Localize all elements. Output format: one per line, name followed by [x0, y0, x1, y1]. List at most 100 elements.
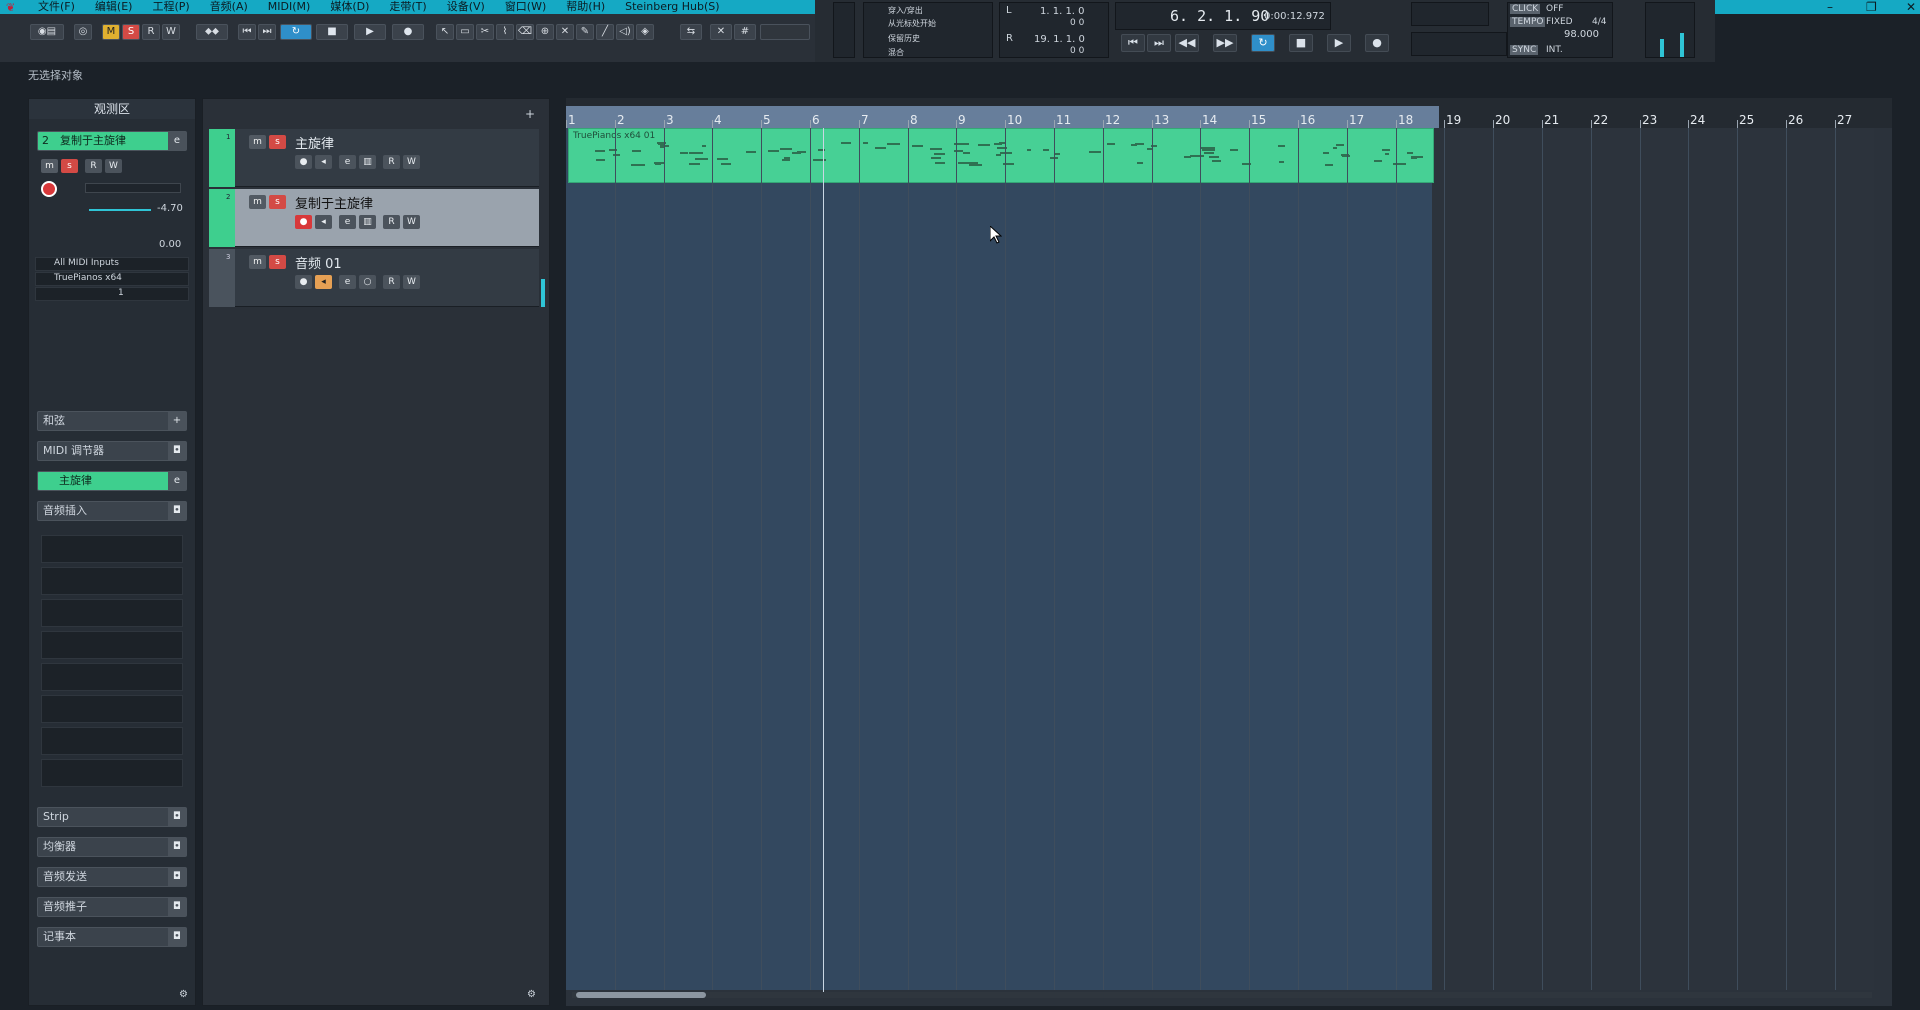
lanes-icon[interactable]: ▥ — [359, 215, 376, 229]
menu-devices[interactable]: 设备(V) — [437, 0, 495, 14]
project-cursor[interactable] — [823, 128, 824, 998]
lock-icon[interactable]: e — [339, 275, 356, 289]
mute-tool-icon[interactable]: ✕ — [556, 24, 574, 40]
pan-value[interactable]: 0.00 — [159, 239, 181, 250]
menu-project[interactable]: 工程(P) — [142, 0, 199, 14]
menu-steinberg-hub[interactable]: Steinberg Hub(S) — [615, 0, 729, 14]
quantize-preset[interactable] — [760, 24, 810, 40]
expand-icon[interactable]: ◘ — [168, 838, 186, 856]
write-button[interactable]: W — [403, 155, 420, 169]
write-button[interactable]: W — [105, 159, 122, 173]
solo-button[interactable]: s — [61, 159, 78, 173]
ruler[interactable]: 1 2 3 4 5 6 7 8 9 10 11 12 13 14 15 16 17 18 19 20 21 22 23 24 2… — [566, 98, 1892, 128]
mute-button[interactable]: m — [41, 159, 58, 173]
expand-icon[interactable]: ◘ — [168, 868, 186, 886]
read-button[interactable]: R — [383, 215, 400, 229]
tempo-value[interactable]: 98.000 — [1564, 29, 1599, 40]
insert-slot-7[interactable] — [41, 727, 183, 755]
section-audio-inserts[interactable]: 音频插入 ◘ — [37, 501, 187, 521]
click-value[interactable]: OFF — [1546, 4, 1563, 14]
go-to-end-icon[interactable]: ⏭ — [1147, 34, 1171, 52]
vertical-zoom[interactable] — [1876, 128, 1886, 990]
expand-icon[interactable]: ◘ — [168, 502, 186, 520]
automation-mode-button[interactable]: ⬥⬥ — [196, 24, 228, 40]
snap-toggle-icon[interactable]: ✕ — [710, 24, 732, 40]
lanes-icon[interactable]: ▥ — [359, 155, 376, 169]
mute-button[interactable]: m — [249, 255, 266, 269]
minimize-icon[interactable]: – — [1827, 0, 1833, 14]
record-enable-button[interactable] — [41, 181, 57, 197]
zoom-tool-icon[interactable]: ⊕ — [536, 24, 554, 40]
menu-window[interactable]: 窗口(W) — [495, 0, 556, 14]
write-button[interactable]: W — [403, 275, 420, 289]
horizontal-scrollbar[interactable] — [572, 992, 1872, 998]
read-button[interactable]: R — [383, 275, 400, 289]
inspector-track-header[interactable]: 2 复制于主旋律 e — [37, 131, 187, 151]
go-to-start-icon[interactable]: ⏮ — [1121, 34, 1145, 52]
write-button[interactable]: W — [403, 215, 420, 229]
track-row[interactable]: 2 m s 复制于主旋律 ● ◂ e ▥ R W — [209, 189, 539, 247]
section-notepad[interactable]: 记事本 ◘ — [37, 927, 187, 947]
track-name[interactable]: 复制于主旋律 — [295, 193, 373, 212]
track-row[interactable]: 3 m s 音频 01 ● ◂ e ○ R W — [209, 249, 545, 307]
expand-icon[interactable]: ◘ — [168, 928, 186, 946]
section-chord[interactable]: 和弦 + — [37, 411, 187, 431]
stop-icon[interactable]: ■ — [1289, 34, 1313, 52]
activate-project-button[interactable]: ◉▤ — [30, 24, 64, 40]
record-enable-button[interactable]: ● — [295, 215, 312, 229]
read-button[interactable]: R — [85, 159, 102, 173]
range-selection-tool-icon[interactable]: ▭ — [456, 24, 474, 40]
fast-forward-icon[interactable]: ▶▶ — [1213, 34, 1237, 52]
cycle-button[interactable]: ↻ — [280, 24, 312, 40]
track-name[interactable]: 主旋律 — [295, 133, 334, 152]
insert-slot-2[interactable] — [41, 567, 183, 595]
mute-button[interactable]: m — [249, 135, 266, 149]
insert-slot-8[interactable] — [41, 759, 183, 787]
solo-button[interactable]: s — [269, 195, 286, 209]
left-locator-value[interactable]: 1. 1. 1. 0 — [1040, 6, 1085, 17]
global-solo-button[interactable]: S — [122, 24, 140, 40]
lanes-icon[interactable]: ○ — [359, 275, 376, 289]
section-eq[interactable]: 均衡器 ◘ — [37, 837, 187, 857]
volume-slider[interactable] — [89, 209, 151, 211]
auto-scroll-icon[interactable]: ⇆ — [680, 24, 702, 40]
play-button[interactable]: ▶ — [354, 24, 386, 40]
lock-icon[interactable]: e — [339, 215, 356, 229]
section-midi-modifiers[interactable]: MIDI 调节器 ◘ — [37, 441, 187, 461]
go-to-start-icon[interactable]: ⏮ — [238, 24, 256, 40]
midi-input-row[interactable]: All MIDI Inputs — [35, 257, 189, 271]
record-button[interactable]: ● — [392, 24, 424, 40]
go-to-end-icon[interactable]: ⏭ — [258, 24, 276, 40]
restore-icon[interactable]: ❐ — [1866, 0, 1877, 14]
section-sends[interactable]: 音频发送 ◘ — [37, 867, 187, 887]
gear-icon[interactable]: ⚙ — [179, 989, 188, 1000]
right-locator-value[interactable]: 19. 1. 1. 0 — [1034, 34, 1085, 45]
split-tool-icon[interactable]: ✂ — [476, 24, 494, 40]
volume-value[interactable]: -4.70 — [157, 203, 183, 214]
marker-panel[interactable] — [1411, 2, 1489, 26]
play-tool-icon[interactable]: ◁) — [616, 24, 634, 40]
menu-help[interactable]: 帮助(H) — [556, 0, 615, 14]
expand-icon[interactable]: ◘ — [168, 808, 186, 826]
play-icon[interactable]: ▶ — [1327, 34, 1351, 52]
stop-button[interactable]: ■ — [316, 24, 348, 40]
record-enable-button[interactable]: ● — [295, 155, 312, 169]
constrain-delay-button[interactable]: ◎ — [74, 24, 92, 40]
grid-type-icon[interactable]: # — [734, 24, 756, 40]
section-fader[interactable]: 音频推子 ◘ — [37, 897, 187, 917]
global-read-button[interactable]: R — [142, 24, 160, 40]
menu-transport[interactable]: 走带(T) — [379, 0, 436, 14]
insert-slot-5[interactable] — [41, 663, 183, 691]
edit-icon[interactable]: e — [168, 472, 186, 490]
object-selection-tool-icon[interactable]: ↖ — [436, 24, 454, 40]
monitor-button[interactable]: ◂ — [315, 275, 332, 289]
menu-edit[interactable]: 编辑(E) — [85, 0, 143, 14]
time-signature[interactable]: 4/4 — [1592, 17, 1606, 27]
expand-icon[interactable]: ◘ — [168, 442, 186, 460]
read-button[interactable]: R — [383, 155, 400, 169]
gear-icon[interactable]: ⚙ — [527, 989, 536, 1000]
midi-output-row[interactable]: TruePianos x64 — [35, 272, 189, 286]
tempo-mode[interactable]: FIXED — [1546, 17, 1573, 27]
sync-value[interactable]: INT. — [1546, 45, 1563, 55]
monitor-button[interactable]: ◂ — [315, 155, 332, 169]
